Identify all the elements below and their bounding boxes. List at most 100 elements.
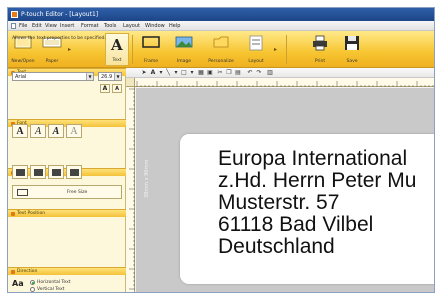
layout-canvas[interactable]: 38mm x 90mm Europa International z.Hd. H… [136, 88, 434, 292]
menu-edit[interactable]: Edit [32, 23, 42, 29]
layout-icon [249, 35, 263, 51]
line-tool-icon[interactable]: ╲ [164, 69, 172, 77]
free-size-button[interactable]: Free Size [12, 185, 122, 199]
arrange-icon[interactable]: ▣ [206, 69, 214, 77]
direction-section-header[interactable]: Direction [8, 267, 126, 275]
print-label: Print [314, 59, 326, 64]
cut-icon[interactable]: ✂ [216, 69, 224, 77]
save-button[interactable]: Save [340, 33, 364, 66]
table-tool-icon[interactable]: ▦ [197, 69, 205, 77]
label-tape[interactable]: Europa International z.Hd. Herrn Peter M… [180, 134, 434, 284]
direction-section-label: Direction [17, 269, 38, 274]
align-right-button[interactable] [48, 165, 64, 179]
menu-file[interactable]: File [19, 23, 27, 29]
copy-icon[interactable]: ❐ [225, 69, 233, 77]
address-line-3[interactable]: Musterstr. 57 [218, 192, 339, 214]
align-center-icon [34, 169, 43, 176]
chevron-right-icon: ▸ [68, 46, 72, 53]
chevron-down-icon[interactable]: ▼ [114, 73, 121, 80]
menu-tools[interactable]: Tools [104, 23, 116, 29]
address-line-4[interactable]: 61118 Bad Vilbel [218, 214, 373, 236]
personalize-label: Personalize [208, 59, 234, 64]
ruler-ticks [136, 81, 434, 87]
justify-button[interactable] [66, 165, 82, 179]
text-direction-icon: Aa [12, 279, 24, 288]
menu-view[interactable]: View [45, 23, 57, 29]
panel-description: Allows the text properties to be specifi… [12, 36, 106, 41]
document-icon [11, 23, 16, 29]
frame-button[interactable]: Frame [137, 33, 165, 66]
layout-button[interactable]: Layout [242, 33, 270, 66]
paste-icon[interactable]: ▤ [234, 69, 242, 77]
horizontal-text-label: Horizontal Text [37, 280, 71, 285]
free-size-label: Free Size [67, 190, 88, 195]
horizontal-ruler[interactable] [135, 78, 434, 87]
horizontal-text-radio[interactable] [30, 280, 35, 285]
font-size-select[interactable]: 26.9 ▼ [98, 72, 122, 81]
grid-icon[interactable]: ▥ [266, 69, 274, 77]
redo-icon[interactable]: ↷ [255, 69, 263, 77]
rectangle-tool-icon[interactable]: □ [180, 69, 188, 77]
app-window: P-touch Editor - [Layout1] File Edit Vie… [7, 7, 435, 293]
outline-button[interactable]: A [48, 124, 64, 138]
font-name-select[interactable]: Arial ▼ [12, 72, 94, 81]
align-left-button[interactable] [12, 165, 28, 179]
personalize-icon [213, 36, 229, 48]
drawing-toolbar: ➤ A ▾ ╲ ▾ □ ▾ ▦ ▣ ✂ ❐ ▤ ↶ ↷ ▥ [126, 68, 434, 78]
text-position-section-header[interactable]: Text Position [8, 209, 126, 217]
paper-label: Paper [45, 59, 59, 64]
shrink-font-button[interactable]: A [112, 84, 122, 93]
resize-icon [17, 189, 28, 196]
text-label: Text [112, 58, 122, 63]
chevron-down-icon[interactable]: ▾ [188, 69, 196, 77]
ruler-ticks [129, 88, 135, 290]
ribbon-separator [132, 35, 133, 64]
font-size-value: 26.9 [101, 74, 113, 80]
align-center-button[interactable] [30, 165, 46, 179]
frame-icon [142, 36, 160, 48]
title-bar: P-touch Editor - [Layout1] [8, 8, 434, 21]
menu-bar: File Edit View Insert Format Tools Layou… [8, 21, 434, 31]
align-right-icon [52, 169, 61, 176]
floppy-disk-icon [345, 36, 359, 50]
menu-layout[interactable]: Layout [123, 23, 140, 29]
section-icon [11, 270, 15, 274]
menu-format[interactable]: Format [81, 23, 99, 29]
select-arrow-icon[interactable]: ➤ [140, 69, 148, 77]
bold-button[interactable]: A [12, 124, 28, 138]
new-open-label: New/Open [11, 59, 35, 64]
image-button[interactable]: Image [170, 33, 198, 66]
chevron-down-icon[interactable]: ▾ [172, 69, 180, 77]
menu-insert[interactable]: Insert [60, 23, 74, 29]
address-line-1[interactable]: Europa International [218, 148, 407, 170]
vertical-text-label: Vertical Text [37, 287, 65, 292]
shadow-button[interactable]: A [66, 124, 82, 138]
address-line-2[interactable]: z.Hd. Herrn Peter Mu [218, 170, 416, 192]
image-icon [175, 36, 193, 48]
menu-help[interactable]: Help [169, 23, 180, 29]
label-dimensions: 38mm x 90mm [144, 159, 150, 198]
frame-label: Frame [143, 59, 159, 64]
menu-window[interactable]: Window [145, 23, 165, 29]
font-name-value: Arial [15, 74, 27, 80]
address-line-5[interactable]: Deutschland [218, 236, 335, 258]
vertical-text-radio[interactable] [30, 287, 35, 292]
app-icon [11, 11, 18, 18]
print-button[interactable]: Print [308, 33, 332, 66]
ruler-corner [126, 78, 135, 87]
personalize-button[interactable]: Personalize [204, 33, 238, 66]
section-icon [11, 212, 15, 216]
properties-panel: Text Font Style Text Position Direction [8, 68, 126, 292]
justify-icon [70, 169, 79, 176]
ribbon-separator [286, 35, 287, 64]
chevron-down-icon[interactable]: ▼ [86, 73, 93, 80]
align-left-icon [16, 169, 25, 176]
undo-icon[interactable]: ↶ [246, 69, 254, 77]
text-position-section-label: Text Position [17, 211, 46, 216]
italic-button[interactable]: A [30, 124, 46, 138]
text-tool-icon[interactable]: A [149, 69, 157, 77]
grow-font-button[interactable]: A [100, 84, 110, 93]
vertical-ruler[interactable] [126, 87, 135, 292]
chevron-right-icon: ▸ [274, 46, 278, 53]
image-label: Image [176, 59, 192, 64]
